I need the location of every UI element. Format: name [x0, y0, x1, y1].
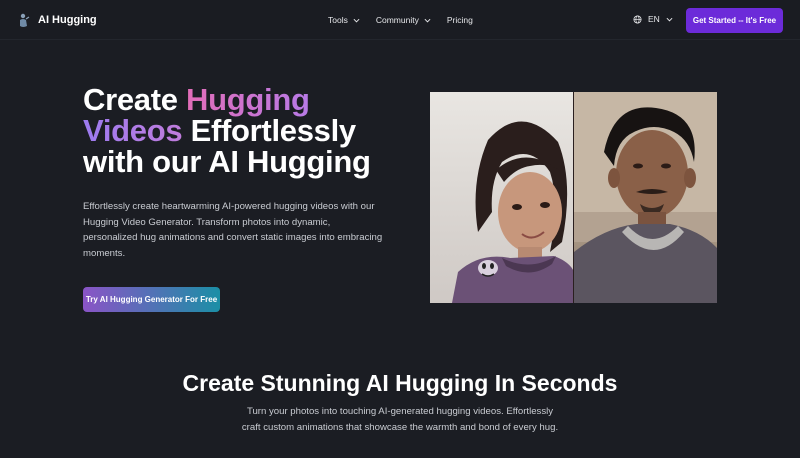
- girl-photo: [430, 92, 574, 303]
- section-description: Turn your photos into touching AI-genera…: [241, 406, 559, 433]
- logo-icon: [20, 13, 30, 27]
- language-selector[interactable]: EN: [633, 14, 673, 24]
- chevron-down-icon: [353, 18, 360, 22]
- hero-title-highlight-videos: Videos: [83, 113, 183, 148]
- nav-pricing-label: Pricing: [446, 15, 473, 25]
- nav-links: Tools Community Pricing: [328, 15, 473, 25]
- hero-title-highlight-hugging: Hugging: [186, 82, 310, 117]
- top-navbar: AI Hugging Tools Community Pricing EN Ge…: [0, 0, 800, 40]
- brand-name: AI Hugging: [38, 14, 97, 26]
- nav-tools-label: Tools: [328, 15, 348, 25]
- globe-icon: [633, 14, 642, 24]
- nav-community-label: Community: [375, 15, 419, 25]
- nav-pricing[interactable]: Pricing: [447, 15, 473, 25]
- nav-community[interactable]: Community: [376, 15, 431, 25]
- section-title: Create Stunning AI Hugging In Seconds: [182, 370, 618, 396]
- hero-title: Create Hugging Videos Effortlessly with …: [83, 84, 403, 177]
- chevron-down-icon: [424, 18, 431, 22]
- try-generator-button[interactable]: Try AI Hugging Generator For Free: [83, 287, 220, 312]
- language-label: EN: [648, 14, 660, 24]
- chevron-down-icon: [666, 17, 673, 21]
- hero-title-word1: Create: [83, 82, 187, 117]
- nav-tools[interactable]: Tools: [328, 15, 360, 25]
- hero-image: [430, 92, 717, 303]
- get-started-button[interactable]: Get Started -- It's Free: [686, 8, 783, 33]
- hero-description: Effortlessly create heartwarming AI-powe…: [83, 201, 383, 259]
- man-photo: [574, 92, 717, 303]
- brand-link[interactable]: AI Hugging: [18, 12, 97, 28]
